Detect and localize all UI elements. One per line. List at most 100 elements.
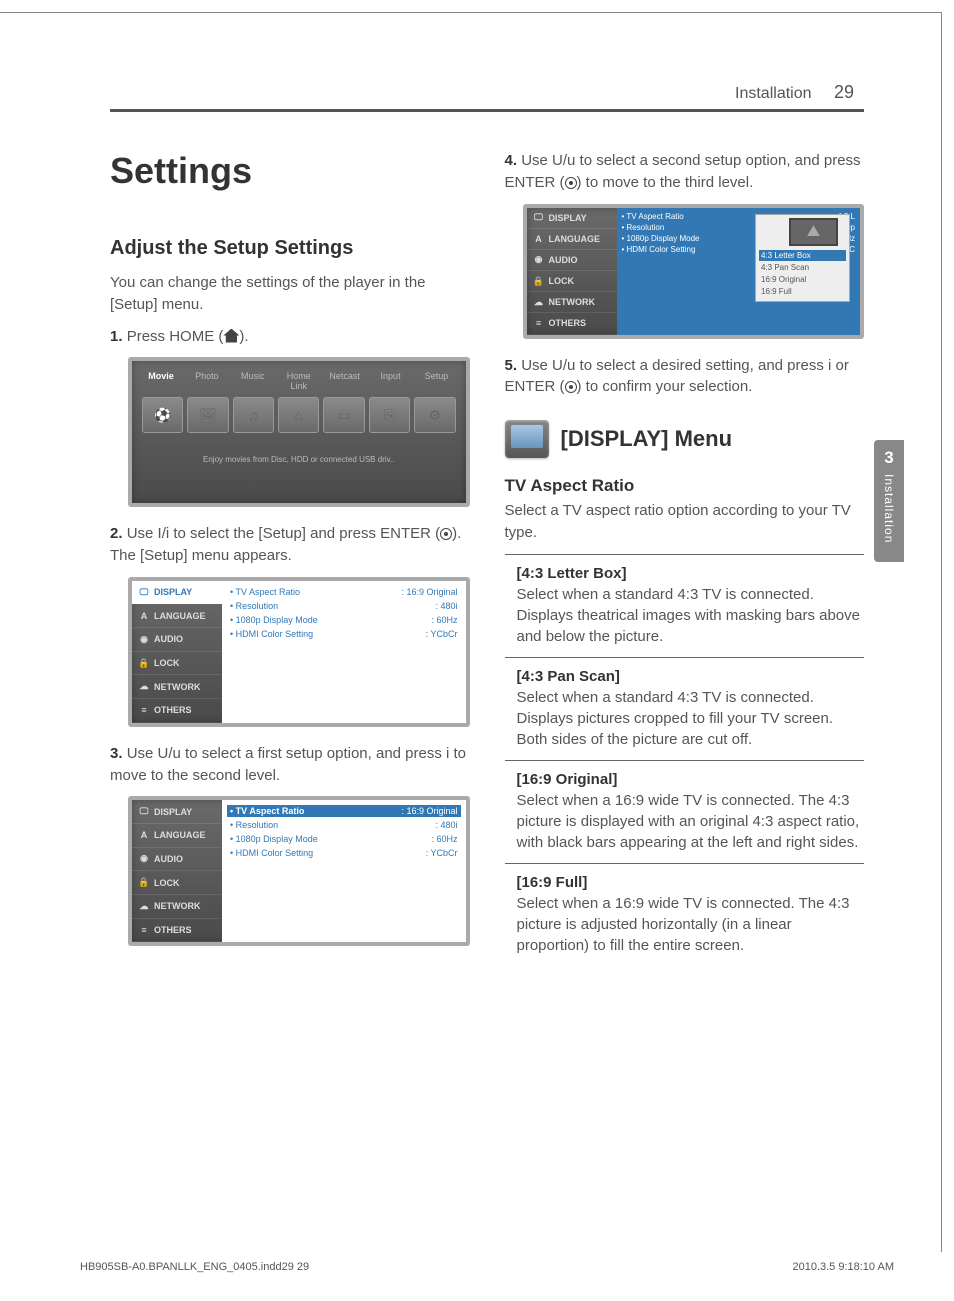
setup-cat: ◉AUDIO <box>132 628 222 652</box>
option-description: Select when a 16:9 wide TV is connected.… <box>517 893 865 956</box>
setup-row-label: HDMI Color Setting <box>230 629 313 639</box>
setup-row-value: : YCbCr <box>426 848 458 858</box>
photo-tile-icon: 🖼 <box>187 397 228 433</box>
display-icon: 🖵 <box>137 587 151 598</box>
setup-cat: ☁NETWORK <box>132 675 222 699</box>
setup-row-value: : 480i <box>435 820 457 830</box>
display-menu-title: [DISPLAY] Menu <box>561 426 733 452</box>
step-3: 3. Use U/u to select a first setup optio… <box>110 743 470 787</box>
popup-option: 16:9 Original <box>759 274 846 285</box>
right-column: 4. Use U/u to select a second setup opti… <box>505 150 865 966</box>
input-tile-icon: ⎘ <box>369 397 410 433</box>
home-tab: Setup <box>416 371 458 391</box>
home-tab: Netcast <box>324 371 366 391</box>
option-pan-scan: [4:3 Pan Scan] Select when a standard 4:… <box>505 657 865 760</box>
audio-icon: ◉ <box>137 634 151 645</box>
movie-tile-icon: ⚽ <box>142 397 183 433</box>
home-tab: Input <box>370 371 412 391</box>
setup-row-label: TV Aspect Ratio <box>230 587 300 597</box>
screenshot-home-menu: Movie Photo Music Home Link Netcast Inpu… <box>128 357 470 507</box>
enter-icon <box>440 528 452 540</box>
setup-cat: 🔒LOCK <box>132 652 222 676</box>
option-description: Select when a standard 4:3 TV is connect… <box>517 687 865 750</box>
homelink-tile-icon: ⌂ <box>278 397 319 433</box>
page-title: Settings <box>110 150 470 192</box>
display-icon: 🖵 <box>137 806 151 817</box>
setup-row-label: Resolution <box>230 820 278 830</box>
option-title: [4:3 Pan Scan] <box>517 668 865 685</box>
enter-icon <box>565 381 577 393</box>
enter-icon <box>565 177 577 189</box>
audio-icon: ◉ <box>532 254 546 265</box>
setup-cat: ≡OTHERS <box>132 919 222 943</box>
home-tab: Home Link <box>278 371 320 391</box>
others-icon: ≡ <box>532 318 546 328</box>
setup-cat: ALANGUAGE <box>132 824 222 848</box>
setup-cat: ☁NETWORK <box>527 292 617 313</box>
setup-row-label: 1080p Display Mode <box>230 834 318 844</box>
setup-cat: 🖵DISPLAY <box>527 208 617 229</box>
setup-cat: 🔒LOCK <box>527 271 617 292</box>
aspect-ratio-heading: TV Aspect Ratio <box>505 476 865 496</box>
others-icon: ≡ <box>137 925 151 935</box>
aspect-popup: ⛰ 4:3 Letter Box 4:3 Pan Scan 16:9 Origi… <box>755 214 850 302</box>
network-icon: ☁ <box>137 901 151 912</box>
popup-option: 4:3 Letter Box <box>759 250 846 261</box>
sub-row-label: 1080p Display Mode <box>622 234 700 243</box>
sub-row-label: TV Aspect Ratio <box>622 212 684 221</box>
setup-row-label: 1080p Display Mode <box>230 615 318 625</box>
music-tile-icon: ♫ <box>233 397 274 433</box>
display-menu-header: [DISPLAY] Menu <box>505 420 865 458</box>
setup-row-label: TV Aspect Ratio <box>230 806 304 816</box>
others-icon: ≡ <box>137 705 151 715</box>
home-icons: ⚽ 🖼 ♫ ⌂ ▭ ⎘ ⚙ <box>140 397 458 433</box>
audio-icon: ◉ <box>137 853 151 864</box>
lock-icon: 🔒 <box>532 276 546 287</box>
step-5: 5. Use U/u to select a desired setting, … <box>505 355 865 399</box>
step-1: 1. Press HOME (). <box>110 326 470 348</box>
language-icon: A <box>137 830 151 840</box>
step-number: 2. <box>110 525 123 542</box>
step-number: 5. <box>505 357 518 374</box>
screenshot-submenu: 🖵DISPLAY ALANGUAGE ◉AUDIO 🔒LOCK ☁NETWORK… <box>523 204 865 339</box>
option-169-full: [16:9 Full] Select when a 16:9 wide TV i… <box>505 863 865 966</box>
popup-option: 16:9 Full <box>759 286 846 297</box>
setup-cat: 🔒LOCK <box>132 871 222 895</box>
screenshot-setup-highlight: 🖵DISPLAY ALANGUAGE ◉AUDIO 🔒LOCK ☁NETWORK… <box>128 796 470 946</box>
screenshot-setup-menu: 🖵DISPLAY ALANGUAGE ◉AUDIO 🔒LOCK ☁NETWORK… <box>128 577 470 727</box>
page-header: Installation 29 <box>110 82 864 112</box>
section-tab-number: 3 <box>874 448 904 468</box>
header-section: Installation <box>735 85 812 102</box>
lock-icon: 🔒 <box>137 658 151 669</box>
option-description: Select when a standard 4:3 TV is connect… <box>517 584 865 647</box>
step-text: Press HOME ( <box>127 328 224 345</box>
network-icon: ☁ <box>137 681 151 692</box>
setup-cat: ≡OTHERS <box>527 313 617 334</box>
setup-cat: ALANGUAGE <box>527 229 617 250</box>
netcast-tile-icon: ▭ <box>323 397 364 433</box>
setup-row-value: : 16:9 Original <box>401 806 457 816</box>
page-footer: HB905SB-A0.BPANLLK_ENG_0405.indd29 29 20… <box>80 1261 894 1273</box>
setup-tile-icon: ⚙ <box>414 397 455 433</box>
option-title: [4:3 Letter Box] <box>517 565 865 582</box>
step-text: Use I/i to select the [Setup] and press … <box>127 525 440 542</box>
left-column: Settings Adjust the Setup Settings You c… <box>110 150 470 966</box>
setup-cat: ≡OTHERS <box>132 699 222 723</box>
step-text: Use U/u to select a first setup option, … <box>110 745 466 784</box>
language-icon: A <box>137 611 151 621</box>
setup-row-value: : YCbCr <box>426 629 458 639</box>
option-description: Select when a 16:9 wide TV is connected.… <box>517 790 865 853</box>
popup-option: 4:3 Pan Scan <box>759 262 846 273</box>
sub-row-label: HDMI Color Setting <box>622 245 696 254</box>
home-tab: Photo <box>186 371 228 391</box>
setup-cat: ALANGUAGE <box>132 604 222 628</box>
option-title: [16:9 Full] <box>517 874 865 891</box>
option-169-original: [16:9 Original] Select when a 16:9 wide … <box>505 760 865 863</box>
step-number: 1. <box>110 328 123 345</box>
home-icon <box>223 329 239 343</box>
subheading-adjust: Adjust the Setup Settings <box>110 237 470 260</box>
aspect-preview-icon: ⛰ <box>789 218 838 246</box>
setup-cat: ☁NETWORK <box>132 895 222 919</box>
setup-cat: 🖵DISPLAY <box>132 581 222 605</box>
setup-row-value: : 60Hz <box>431 834 457 844</box>
